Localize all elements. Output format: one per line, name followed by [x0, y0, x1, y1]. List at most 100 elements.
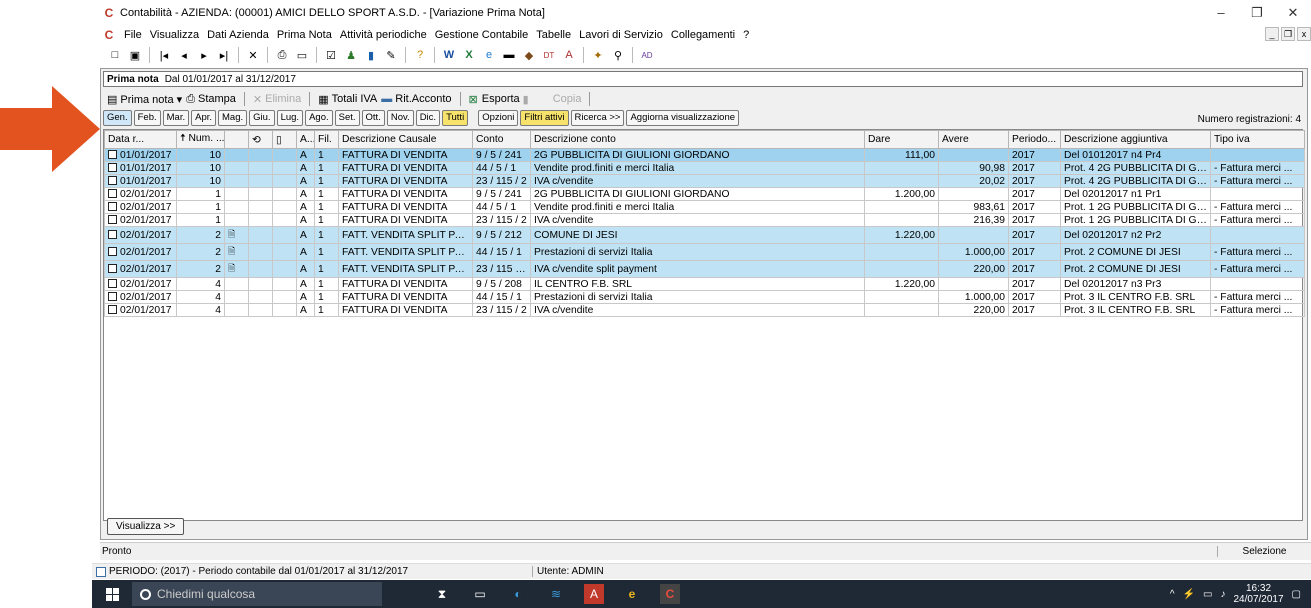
table-row[interactable]: 02/01/2017 1 A 1 FATTURA DI VENDITA 9 / 5 / 2…	[104, 187, 1305, 201]
column-header-descrizione-causale[interactable]: Descrizione Causale	[338, 130, 473, 149]
month-button-ott[interactable]: Ott.	[361, 110, 385, 126]
notifications-icon[interactable]: ▢	[1292, 589, 1301, 600]
column-header-descrizione-conto[interactable]: Descrizione conto	[530, 130, 865, 149]
tools-icon[interactable]: ✎	[382, 46, 400, 64]
mdi-close-button[interactable]: x	[1297, 27, 1311, 41]
menu-prima-nota[interactable]: Prima Nota	[273, 29, 336, 41]
month-button-mar[interactable]: Mar.	[162, 110, 190, 126]
month-button-ago[interactable]: Ago.	[305, 110, 333, 126]
month-button-set[interactable]: Set.	[334, 110, 360, 126]
menu-lavori-di-servizio[interactable]: Lavori di Servizio	[575, 29, 667, 41]
esporta-button[interactable]: Esporta ▮	[482, 93, 529, 106]
checklist-icon[interactable]: ☑	[322, 46, 340, 64]
row-checkbox[interactable]	[108, 304, 117, 314]
totali-iva-button[interactable]: ▦ Totali IVA	[318, 93, 377, 106]
contabilita-app-icon[interactable]: C	[660, 584, 680, 604]
print-icon[interactable]: ⎙	[273, 46, 291, 64]
book-icon[interactable]: ▮	[362, 46, 380, 64]
delete-icon[interactable]: ✕	[244, 46, 262, 64]
row-checkbox[interactable]	[108, 201, 117, 211]
battery-icon[interactable]: ▭	[1203, 589, 1212, 600]
column-header-periodo[interactable]: Periodo...	[1008, 130, 1061, 149]
save-icon[interactable]: ▣	[126, 46, 144, 64]
tutti-button[interactable]: Tutti	[442, 110, 469, 126]
wifi-app-icon[interactable]: ≋	[546, 584, 566, 604]
users-icon[interactable]: ♟	[342, 46, 360, 64]
row-checkbox[interactable]	[108, 278, 117, 288]
month-button-lug[interactable]: Lug.	[276, 110, 304, 126]
keyboard-icon[interactable]: ▬	[500, 46, 518, 64]
network-icon[interactable]: ⚡	[1183, 589, 1195, 600]
search-tool-icon[interactable]: ⚲	[609, 46, 627, 64]
menu-gestione-contabile[interactable]: Gestione Contabile	[431, 29, 533, 41]
help-icon[interactable]: ?	[411, 46, 429, 64]
menu-tabelle[interactable]: Tabelle	[532, 29, 575, 41]
mdi-minimize-button[interactable]: _	[1265, 27, 1279, 41]
column-header-link[interactable]: ⟲	[248, 130, 273, 149]
row-checkbox[interactable]	[108, 229, 117, 239]
month-button-feb[interactable]: Feb.	[133, 110, 161, 126]
column-header-avere[interactable]: Avere	[938, 130, 1009, 149]
aggiorna-visualizzazione-button[interactable]: Aggiorna visualizzazione	[626, 110, 740, 126]
column-header-a[interactable]: A...	[296, 130, 315, 149]
row-checkbox[interactable]	[108, 162, 117, 172]
attached-document-icon[interactable]: 🗎	[228, 263, 235, 273]
table-row[interactable]: 02/01/2017 4 A 1 FATTURA DI VENDITA 23 / 115 …	[104, 303, 1305, 317]
ricerca-button[interactable]: Ricerca >>	[570, 110, 625, 126]
ad-icon[interactable]: AD	[638, 46, 656, 64]
month-button-gen[interactable]: Gen.	[103, 110, 132, 126]
attached-document-icon[interactable]: 🗎	[228, 246, 235, 256]
first-record-icon[interactable]: |◂	[155, 46, 173, 64]
last-record-icon[interactable]: ▸|	[215, 46, 233, 64]
task-view-icon[interactable]: ▭	[470, 584, 490, 604]
menu-dati-azienda[interactable]: Dati Azienda	[203, 29, 273, 41]
row-checkbox[interactable]	[108, 214, 117, 224]
next-record-icon[interactable]: ▸	[195, 46, 213, 64]
menu-file[interactable]: File	[120, 29, 146, 41]
row-checkbox[interactable]	[108, 149, 117, 159]
previous-record-icon[interactable]: ◂	[175, 46, 193, 64]
table-row[interactable]: 02/01/2017 1 A 1 FATTURA DI VENDITA 44 / 5 / …	[104, 200, 1305, 214]
menu-collegamenti[interactable]: Collegamenti	[667, 29, 739, 41]
clock[interactable]: 16:32 24/07/2017	[1233, 583, 1283, 605]
table-row[interactable]: 01/01/2017 10 A 1 FATTURA DI VENDITA 44 / 5 /…	[104, 161, 1305, 175]
minimize-button[interactable]: –	[1203, 0, 1239, 26]
month-button-giu[interactable]: Giu.	[249, 110, 275, 126]
copia-button[interactable]: Copia	[533, 93, 582, 105]
dt-icon[interactable]: DT	[540, 46, 558, 64]
print-preview-icon[interactable]: ▭	[293, 46, 311, 64]
word-icon[interactable]: W	[440, 46, 458, 64]
filtri-attivi-button[interactable]: Filtri attivi	[520, 110, 569, 126]
table-row[interactable]: 01/01/2017 10 A 1 FATTURA DI VENDITA 23 / 115…	[104, 174, 1305, 188]
maximize-button[interactable]: ❐	[1239, 0, 1275, 26]
row-checkbox[interactable]	[108, 175, 117, 185]
column-header-descrizione-aggiuntiva[interactable]: Descrizione aggiuntiva	[1060, 130, 1211, 149]
attached-document-icon[interactable]: 🗎	[228, 229, 235, 239]
row-checkbox[interactable]	[108, 263, 117, 273]
menu-attivita-periodiche[interactable]: Attività periodiche	[336, 29, 431, 41]
menu-help[interactable]: ?	[739, 29, 753, 41]
column-header-dare[interactable]: Dare	[864, 130, 939, 149]
rit-acconto-button[interactable]: ▬ Rit.Acconto	[381, 93, 451, 105]
acrobat-icon[interactable]: A	[584, 584, 604, 604]
microphone-icon[interactable]: ⧗	[432, 584, 452, 604]
close-button[interactable]: ✕	[1275, 0, 1311, 26]
tray-expand-icon[interactable]: ^	[1170, 589, 1175, 600]
table-row[interactable]: 02/01/2017 4 A 1 FATTURA DI VENDITA 9 / 5 / 2…	[104, 277, 1305, 291]
new-document-icon[interactable]: □	[106, 46, 124, 64]
elimina-button[interactable]: ✕ Elimina	[253, 93, 301, 106]
pdf-icon[interactable]: A	[560, 46, 578, 64]
month-button-mag[interactable]: Mag.	[218, 110, 248, 126]
stampa-button[interactable]: ⎙ Stampa	[186, 93, 236, 106]
export-excel-icon-button[interactable]: ⊠	[469, 93, 478, 106]
column-header-data[interactable]: Data r...	[104, 130, 177, 149]
taskbar-search[interactable]: Chiedimi qualcosa	[132, 582, 382, 606]
edge-browser-icon[interactable]: ◐	[508, 584, 528, 604]
wand-icon[interactable]: ✦	[589, 46, 607, 64]
column-header-doc[interactable]	[224, 130, 249, 149]
column-header-tipo-iva[interactable]: Tipo iva	[1210, 130, 1305, 149]
column-header-num[interactable]: 🠅 Num. ...	[176, 130, 225, 149]
internet-explorer-taskbar-icon[interactable]: e	[622, 584, 642, 604]
row-checkbox[interactable]	[108, 246, 117, 256]
column-header-book[interactable]: ▯	[272, 130, 297, 149]
